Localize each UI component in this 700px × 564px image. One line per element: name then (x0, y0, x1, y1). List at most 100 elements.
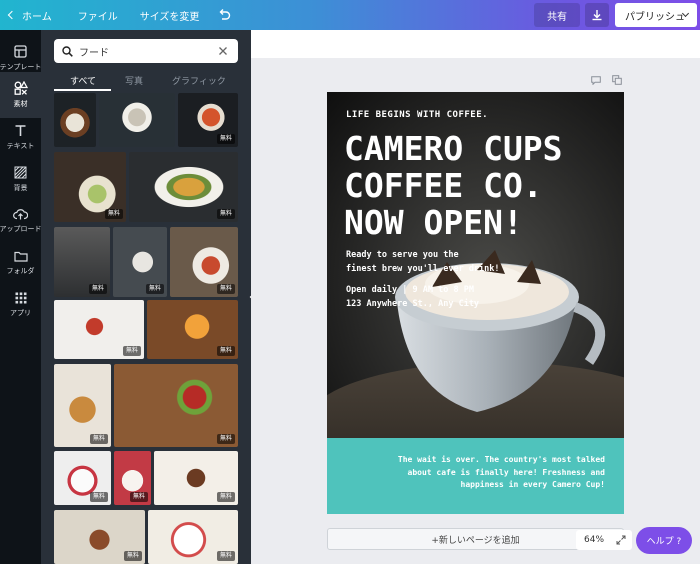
footer-line-2: about cafe is finally here! Freshness an… (407, 467, 605, 477)
photo-food-thumbnail[interactable]: 無料 (54, 364, 111, 447)
free-badge: 無料 (216, 434, 235, 444)
subtext-line-2: finest brew you'll ever drink! (346, 264, 500, 274)
rail-label-apps: アプリ (10, 309, 31, 317)
rail-label-text: テキスト (6, 141, 35, 150)
duplicate-icon[interactable] (612, 75, 622, 85)
free-badge: 無料 (129, 492, 148, 502)
free-badge: 無料 (123, 551, 142, 561)
home-label: ホーム (22, 11, 52, 23)
free-badge: 無料 (89, 434, 108, 444)
photo-food-thumbnail[interactable] (54, 93, 96, 147)
rail-item-elements[interactable]: 素材 (0, 72, 41, 118)
publish-button[interactable]: パブリッシュ (615, 3, 697, 27)
canvas-area: LIFE BEGINS WITH COFFEE. CAMERO CUPS COF… (251, 30, 700, 564)
photo-food-thumbnail[interactable]: 無料 (178, 93, 238, 147)
add-page-label: +新しいページを追加 (431, 535, 520, 546)
photo-food-thumbnail[interactable]: 無料 (154, 451, 238, 505)
expand-icon[interactable] (616, 535, 626, 545)
rail-item-uploads[interactable]: アップロード (0, 198, 42, 244)
photo-food-thumbnail[interactable]: 無料 (54, 510, 145, 564)
subtext-line-1: Ready to serve you the (346, 250, 459, 260)
design-details[interactable]: Open daily | 9 AM to 8 PM 123 Anywhere S… (346, 283, 479, 311)
headline-line-3: NOW OPEN! (344, 203, 523, 242)
headline-line-1: CAMERO CUPS (344, 129, 563, 168)
search-input[interactable] (79, 45, 209, 57)
hours-line: Open daily | 9 AM to 8 PM (346, 285, 474, 295)
share-label: 共有 (547, 11, 567, 23)
template-icon (14, 44, 27, 58)
rail-item-apps[interactable]: アプリ (0, 282, 41, 328)
photo-food-thumbnail[interactable]: 無料 (129, 152, 238, 222)
footer-line-1: The wait is over. The country's most tal… (397, 455, 605, 464)
photo-food-thumbnail[interactable]: 無料 (147, 300, 238, 359)
apps-icon (15, 292, 26, 304)
zoom-level: 64% (584, 535, 605, 545)
free-badge: 無料 (88, 284, 107, 294)
photo-food-thumbnail[interactable]: 無料 (54, 300, 144, 359)
home-link[interactable]: ホーム (0, 0, 61, 30)
rail-label-uploads: アップロード (0, 225, 42, 233)
icon-rail: テンプレート 素材 テキスト 背景 アップロード フォルダ アプリ (0, 30, 42, 564)
free-badge: 無料 (145, 284, 164, 294)
photo-food-thumbnail[interactable]: 無料 (113, 227, 167, 297)
search-icon (62, 45, 73, 57)
free-badge: 無料 (216, 284, 235, 294)
free-badge: 無料 (216, 134, 235, 144)
canvas-toolbar (251, 30, 700, 58)
rail-label-elements: 素材 (13, 100, 28, 108)
help-button[interactable]: ヘルプ ? (636, 527, 692, 554)
footer-text: The wait is over. The country's most tal… (327, 454, 605, 492)
free-badge: 無料 (216, 209, 235, 219)
help-label: ヘルプ ? (646, 537, 682, 547)
tab-all[interactable]: すべて (70, 74, 96, 87)
free-badge: 無料 (122, 346, 141, 356)
photo-food-thumbnail[interactable]: 無料 (114, 451, 151, 505)
download-button[interactable] (585, 3, 609, 27)
comment-icon[interactable] (591, 76, 601, 85)
elements-panel: すべて 写真 グラフィック 無料 無料 無料 無料 無料 無料 無料 無料 無料… (41, 30, 251, 564)
top-bar: ホーム ファイル サイズを変更 共有 パブリッシュ (0, 0, 700, 30)
design-subtext[interactable]: Ready to serve you the finest brew you'l… (346, 248, 500, 276)
file-label: ファイル (77, 11, 118, 23)
background-icon (14, 166, 27, 178)
design-headline[interactable]: CAMERO CUPS COFFEE CO. NOW OPEN! (344, 130, 563, 241)
search-box[interactable] (54, 39, 238, 63)
resize-label: サイズを変更 (139, 11, 200, 23)
close-icon[interactable] (217, 45, 229, 57)
rail-item-text[interactable]: テキスト (0, 114, 41, 160)
photo-food-thumbnail[interactable] (99, 93, 175, 147)
photo-food-thumbnail[interactable]: 無料 (54, 451, 111, 505)
tab-photos[interactable]: 写真 (125, 74, 143, 87)
teal-footer-band[interactable]: The wait is over. The country's most tal… (327, 438, 624, 514)
free-badge: 無料 (216, 492, 235, 502)
folder-icon (13, 251, 28, 262)
design-page[interactable]: LIFE BEGINS WITH COFFEE. CAMERO CUPS COF… (327, 92, 624, 514)
free-badge: 無料 (104, 209, 123, 219)
free-badge: 無料 (89, 492, 108, 502)
text-icon (15, 124, 26, 136)
rail-label-templates: テンプレート (0, 62, 42, 71)
footer-line-3: happiness in every Camero Cup! (460, 480, 606, 489)
resize-menu[interactable]: サイズを変更 (131, 0, 209, 30)
address-line: 123 Anywhere St., Any City (346, 299, 480, 309)
undo-button[interactable] (214, 5, 234, 25)
zoom-control[interactable]: 64% (576, 530, 632, 550)
rail-label-folders: フォルダ (6, 266, 35, 275)
photo-food-thumbnail[interactable]: 無料 (170, 227, 238, 297)
file-menu[interactable]: ファイル (69, 0, 127, 30)
free-badge: 無料 (216, 551, 235, 561)
design-tagline[interactable]: LIFE BEGINS WITH COFFEE. (346, 110, 488, 120)
share-button[interactable]: 共有 (534, 3, 580, 27)
tab-graphics[interactable]: グラフィック (172, 74, 226, 87)
photo-food-thumbnail[interactable]: 無料 (114, 364, 238, 447)
photo-food-thumbnail[interactable]: 無料 (148, 510, 238, 564)
headline-line-2: COFFEE CO. (344, 166, 543, 205)
photo-food-thumbnail[interactable]: 無料 (54, 227, 110, 297)
photo-food-thumbnail[interactable]: 無料 (54, 152, 126, 222)
tab-active-underline (54, 89, 111, 91)
free-badge: 無料 (216, 346, 235, 356)
rail-item-background[interactable]: 背景 (0, 156, 41, 202)
rail-label-background: 背景 (13, 183, 28, 192)
elements-icon (14, 81, 28, 95)
rail-item-folders[interactable]: フォルダ (0, 240, 41, 286)
